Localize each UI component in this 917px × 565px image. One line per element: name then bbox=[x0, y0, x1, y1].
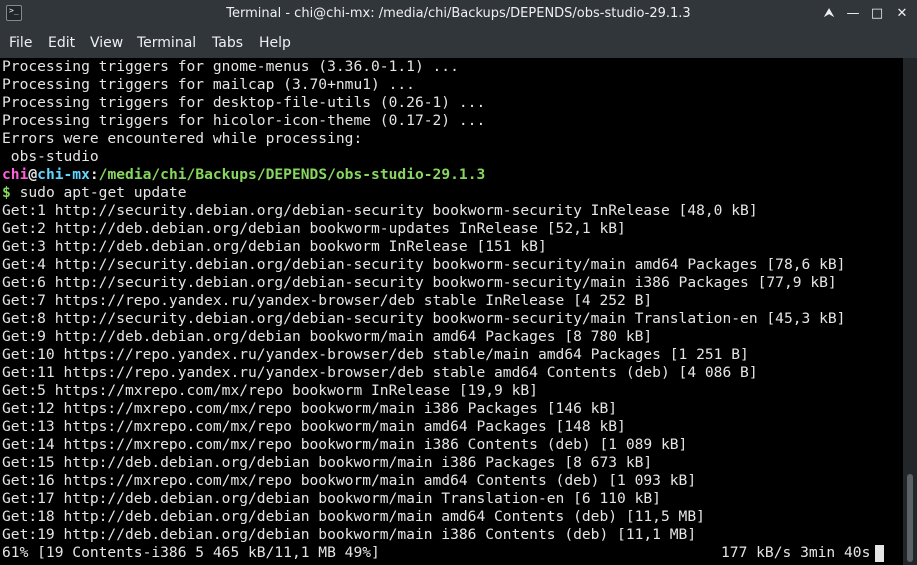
terminal-line: Get:12 https://mxrepo.com/mx/repo bookwo… bbox=[2, 400, 618, 417]
terminal-line: Get:13 https://mxrepo.com/mx/repo bookwo… bbox=[2, 418, 626, 435]
terminal-line: Errors were encountered while processing… bbox=[2, 130, 363, 147]
terminal-line: Get:1 http://security.debian.org/debian-… bbox=[2, 202, 758, 219]
prompt-user: chi bbox=[2, 166, 29, 183]
keep-above-icon[interactable]: ⮝ bbox=[819, 4, 839, 24]
menu-tabs[interactable]: Tabs bbox=[212, 28, 243, 58]
terminal-line: Get:10 https://repo.yandex.ru/yandex-bro… bbox=[2, 346, 749, 363]
menu-view[interactable]: View bbox=[90, 28, 123, 58]
terminal-line: Get:19 http://deb.debian.org/debian book… bbox=[2, 526, 697, 543]
terminal-line: Processing triggers for mailcap (3.70+nm… bbox=[2, 76, 415, 93]
terminal-line: Get:2 http://deb.debian.org/debian bookw… bbox=[2, 220, 626, 237]
command-line: $ sudo apt-get update bbox=[2, 184, 187, 202]
menu-bar: File Edit View Terminal Tabs Help bbox=[0, 28, 917, 58]
shell-prompt: chi@chi-mx:/media/chi/Backups/DEPENDS/ob… bbox=[2, 166, 485, 184]
prompt-path: /media/chi/Backups/DEPENDS/obs-studio-29… bbox=[98, 166, 486, 183]
prompt-at: @ bbox=[28, 166, 38, 183]
terminal-line: Get:11 https://repo.yandex.ru/yandex-bro… bbox=[2, 364, 758, 381]
title-bar[interactable]: >_ Terminal - chi@chi-mx: /media/chi/Bac… bbox=[0, 0, 917, 28]
terminal-line: Get:15 http://deb.debian.org/debian book… bbox=[2, 454, 653, 471]
terminal-line: Processing triggers for desktop-file-uti… bbox=[2, 94, 486, 111]
terminal-line: Get:17 http://deb.debian.org/debian book… bbox=[2, 490, 661, 507]
menu-help[interactable]: Help bbox=[259, 28, 291, 58]
prompt-dollar: $ bbox=[2, 184, 11, 201]
terminal-line: Get:14 https://mxrepo.com/mx/repo bookwo… bbox=[2, 436, 688, 453]
terminal-line: Get:3 http://deb.debian.org/debian bookw… bbox=[2, 238, 547, 255]
terminal-line: Get:7 https://repo.yandex.ru/yandex-brow… bbox=[2, 292, 653, 309]
terminal-line: Get:16 https://mxrepo.com/mx/repo bookwo… bbox=[2, 472, 697, 489]
close-icon[interactable]: ✕ bbox=[892, 4, 912, 24]
menu-file[interactable]: File bbox=[9, 28, 32, 58]
menu-terminal[interactable]: Terminal bbox=[137, 28, 196, 58]
text-cursor bbox=[875, 545, 884, 562]
terminal-line: Get:18 http://deb.debian.org/debian book… bbox=[2, 508, 705, 525]
prompt-host: chi-mx bbox=[37, 166, 90, 183]
terminal-window: >_ Terminal - chi@chi-mx: /media/chi/Bac… bbox=[0, 0, 917, 565]
maximize-icon[interactable]: □ bbox=[867, 4, 887, 24]
download-speed: 177 kB/s 3min 40s bbox=[721, 544, 871, 561]
window-title: Terminal - chi@chi-mx: /media/chi/Backup… bbox=[226, 6, 691, 21]
progress-status: 61% [19 Contents-i386 5 465 kB/11,1 MB 4… bbox=[2, 544, 380, 561]
prompt-colon: : bbox=[89, 166, 99, 183]
terminal-line: obs-studio bbox=[2, 148, 99, 165]
terminal-line: Processing triggers for hicolor-icon-the… bbox=[2, 112, 486, 129]
scrollbar-thumb[interactable] bbox=[907, 474, 913, 562]
terminal-line: Processing triggers for gnome-menus (3.3… bbox=[2, 58, 459, 75]
terminal-output[interactable]: Processing triggers for gnome-menus (3.3… bbox=[0, 58, 903, 565]
command-text: sudo apt-get update bbox=[10, 184, 187, 201]
terminal-line: Get:8 http://security.debian.org/debian-… bbox=[2, 310, 846, 327]
minimize-icon[interactable]: — bbox=[843, 4, 863, 24]
terminal-line: Get:6 http://security.debian.org/debian-… bbox=[2, 274, 837, 291]
terminal-line: Get:5 https://mxrepo.com/mx/repo bookwor… bbox=[2, 382, 538, 399]
menu-edit[interactable]: Edit bbox=[48, 28, 75, 58]
terminal-scrollbar[interactable] bbox=[903, 58, 917, 565]
terminal-line: Get:4 http://security.debian.org/debian-… bbox=[2, 256, 846, 273]
terminal-line: Get:9 http://deb.debian.org/debian bookw… bbox=[2, 328, 653, 345]
